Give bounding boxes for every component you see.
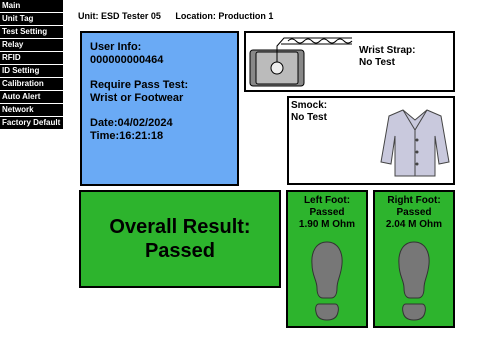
wrist-strap-label: Wrist Strap:	[359, 45, 416, 56]
menu-item-calibration[interactable]: Calibration	[0, 78, 63, 90]
sidebar-menu: Main Unit Tag Test Setting Relay RFID ID…	[0, 0, 63, 130]
left-footprint-icon	[311, 241, 343, 321]
user-info-panel: User Info: 000000000464 Require Pass Tes…	[80, 31, 239, 186]
wrist-strap-status: No Test	[359, 57, 395, 68]
right-foot-resistance: 2.04 M Ohm	[385, 219, 443, 230]
smock-status: No Test	[291, 112, 327, 123]
smock-label: Smock:	[291, 100, 328, 111]
unit-location: Location: Production 1	[175, 11, 274, 21]
test-time: Time:16:21:18	[90, 130, 164, 142]
overall-result-panel: Overall Result: Passed	[79, 190, 281, 288]
menu-item-relay[interactable]: Relay	[0, 39, 63, 51]
menu-item-test-setting[interactable]: Test Setting	[0, 26, 63, 38]
wrist-strap-panel: Wrist Strap: No Test	[244, 31, 455, 92]
left-foot-label: Left Foot:	[303, 195, 351, 206]
right-foot-panel: Right Foot: Passed 2.04 M Ohm	[373, 190, 455, 328]
overall-result-title: Overall Result:	[109, 216, 251, 238]
user-info-label: User Info:	[90, 41, 142, 53]
right-foot-label: Right Foot:	[387, 195, 441, 206]
smock-panel: Smock: No Test	[287, 96, 455, 185]
right-foot-status: Passed	[396, 207, 432, 218]
menu-item-auto-alert[interactable]: Auto Alert	[0, 91, 63, 103]
menu-item-factory-default[interactable]: Factory Default	[0, 117, 63, 129]
left-foot-resistance: 1.90 M Ohm	[298, 219, 356, 230]
unit-name: Unit: ESD Tester 05	[78, 11, 161, 21]
menu-item-id-setting[interactable]: ID Setting	[0, 65, 63, 77]
user-id: 000000000464	[90, 54, 164, 66]
left-foot-status: Passed	[309, 207, 345, 218]
menu-item-rfid[interactable]: RFID	[0, 52, 63, 64]
menu-item-network[interactable]: Network	[0, 104, 63, 116]
menu-item-main[interactable]: Main	[0, 0, 63, 12]
menu-item-unit-tag[interactable]: Unit Tag	[0, 13, 63, 25]
require-pass-value: Wrist or Footwear	[90, 92, 184, 104]
right-footprint-icon	[398, 241, 430, 321]
overall-result-value: Passed	[144, 240, 216, 262]
require-pass-label: Require Pass Test:	[90, 79, 189, 91]
wrist-strap-icon	[249, 37, 353, 87]
unit-header: Unit: ESD Tester 05 Location: Production…	[78, 11, 285, 21]
left-foot-panel: Left Foot: Passed 1.90 M Ohm	[286, 190, 368, 328]
smock-icon	[380, 109, 450, 177]
test-date: Date:04/02/2024	[90, 117, 173, 129]
